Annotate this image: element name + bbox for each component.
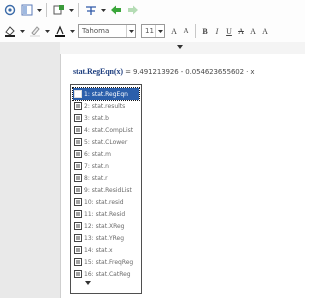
table-button[interactable] xyxy=(83,2,99,18)
ruler-marker[interactable] xyxy=(177,45,183,49)
menu-item-label: 16: stat.CatReg xyxy=(84,270,131,278)
menu-item[interactable]: 6: stat.m xyxy=(73,148,139,160)
fill-icon xyxy=(5,26,15,37)
menu-item[interactable]: 14: stat.x xyxy=(73,244,139,256)
menu-item-label: 7: stat.n xyxy=(84,162,109,170)
list-icon xyxy=(74,210,82,218)
list-icon xyxy=(74,258,82,266)
fill-color-button[interactable] xyxy=(2,23,18,39)
menu-item-label: 2: stat.results xyxy=(84,102,126,110)
chevron-down-icon[interactable] xyxy=(155,25,164,37)
font-name-combo[interactable]: Tahoma xyxy=(78,24,136,38)
menu-item[interactable]: 9: stat.ResidList xyxy=(73,184,139,196)
arrow-left-icon xyxy=(111,5,121,15)
italic-button[interactable]: I xyxy=(211,27,223,36)
separator xyxy=(46,3,47,17)
list-icon xyxy=(74,102,82,110)
menu-item-label: 9: stat.ResidList xyxy=(84,186,132,194)
menu-item[interactable]: 13: stat.YReg xyxy=(73,232,139,244)
table-dropdown-arrow[interactable] xyxy=(99,2,107,18)
list-icon xyxy=(74,246,82,254)
menu-item-label: 8: stat.r xyxy=(84,174,108,182)
layout-icon xyxy=(21,4,33,16)
menu-item[interactable]: 3: stat.b xyxy=(73,112,139,124)
font-size-combo[interactable]: 11 xyxy=(141,24,165,38)
font-size-value: 11 xyxy=(145,27,154,35)
text-color-button[interactable] xyxy=(52,23,68,39)
menu-item-label: 14: stat.x xyxy=(84,246,113,254)
menu-item[interactable]: 7: stat.n xyxy=(73,160,139,172)
toolbar-row-1 xyxy=(0,0,305,20)
menu-item-label: 3: stat.b xyxy=(84,114,109,122)
list-icon xyxy=(74,198,82,206)
font-name-value: Tahoma xyxy=(82,27,110,35)
menu-item-label: 12: stat.XReg xyxy=(84,222,125,230)
forward-button[interactable] xyxy=(125,2,141,18)
table-icon xyxy=(86,6,96,15)
toolbar-row-2: Tahoma 11 A A B I U A A A xyxy=(0,20,305,42)
document-settings-button[interactable] xyxy=(2,2,18,18)
page-layout-button[interactable] xyxy=(19,2,35,18)
separator xyxy=(195,24,196,38)
menu-item[interactable]: 12: stat.XReg xyxy=(73,220,139,232)
function-name: stat.RegEqn(x) xyxy=(73,67,123,76)
menu-item[interactable]: 10: stat.resid xyxy=(73,196,139,208)
menu-item[interactable]: 2: stat.results xyxy=(73,100,139,112)
insert-button[interactable] xyxy=(51,2,67,18)
menu-item-label: 4: stat.CompList xyxy=(84,126,134,134)
underline-button[interactable]: U xyxy=(223,27,235,36)
menu-item-label: 1: stat.RegEqn xyxy=(84,90,128,98)
shrink-font-button[interactable]: A xyxy=(180,27,192,35)
menu-item-label: 15: stat.FreqReg xyxy=(84,258,134,266)
fill-dropdown-arrow[interactable] xyxy=(18,23,26,39)
superscript-button[interactable]: A xyxy=(259,27,271,36)
list-icon xyxy=(74,162,82,170)
subscript-button[interactable]: A xyxy=(247,27,259,36)
list-icon xyxy=(74,126,82,134)
list-icon xyxy=(74,150,82,158)
equation-text: = 9.491213926 - 0.054623655602 · x xyxy=(122,68,255,76)
chevron-down-icon[interactable] xyxy=(126,25,135,37)
list-icon xyxy=(74,138,82,146)
list-icon xyxy=(74,186,82,194)
text-color-icon xyxy=(55,25,65,37)
list-icon xyxy=(74,90,82,98)
list-icon xyxy=(74,114,82,122)
list-icon xyxy=(74,270,82,278)
menu-item[interactable]: 1: stat.RegEqn xyxy=(72,87,140,101)
strikethrough-button[interactable]: A xyxy=(235,27,247,36)
text-color-dropdown-arrow[interactable] xyxy=(68,23,76,39)
menu-item[interactable]: 4: stat.CompList xyxy=(73,124,139,136)
separator xyxy=(78,3,79,17)
list-icon xyxy=(74,234,82,242)
left-margin-area xyxy=(0,42,60,298)
list-icon xyxy=(74,174,82,182)
highlighter-icon xyxy=(30,26,40,37)
highlight-dropdown-arrow[interactable] xyxy=(43,23,51,39)
menu-item[interactable]: 11: stat.Resid xyxy=(73,208,139,220)
bold-button[interactable]: B xyxy=(199,27,211,36)
highlight-button[interactable] xyxy=(27,23,43,39)
menu-item[interactable]: 8: stat.r xyxy=(73,172,139,184)
gear-icon xyxy=(4,4,15,16)
menu-item[interactable]: 16: stat.CatReg xyxy=(73,268,139,280)
arrow-right-icon xyxy=(128,5,138,15)
insert-dropdown-arrow[interactable] xyxy=(67,2,75,18)
layout-dropdown-arrow[interactable] xyxy=(35,2,43,18)
menu-item[interactable]: 15: stat.FreqReg xyxy=(73,256,139,268)
variable-list-menu[interactable]: 1: stat.RegEqn 2: stat.results 3: stat.b… xyxy=(70,84,142,294)
back-button[interactable] xyxy=(108,2,124,18)
menu-item-label: 11: stat.Resid xyxy=(84,210,126,218)
grow-font-button[interactable]: A xyxy=(168,27,180,36)
menu-item-label: 10: stat.resid xyxy=(84,198,124,206)
menu-item-label: 6: stat.m xyxy=(84,150,112,158)
menu-item-label: 5: stat.CLower xyxy=(84,138,128,146)
menu-item[interactable]: 5: stat.CLower xyxy=(73,136,139,148)
list-icon xyxy=(74,222,82,230)
insert-icon xyxy=(53,5,64,15)
menu-item-label: 13: stat.YReg xyxy=(84,234,125,242)
scroll-down-arrow[interactable] xyxy=(85,281,91,285)
regression-equation[interactable]: stat.RegEqn(x) = 9.491213926 - 0.0546236… xyxy=(73,67,255,76)
